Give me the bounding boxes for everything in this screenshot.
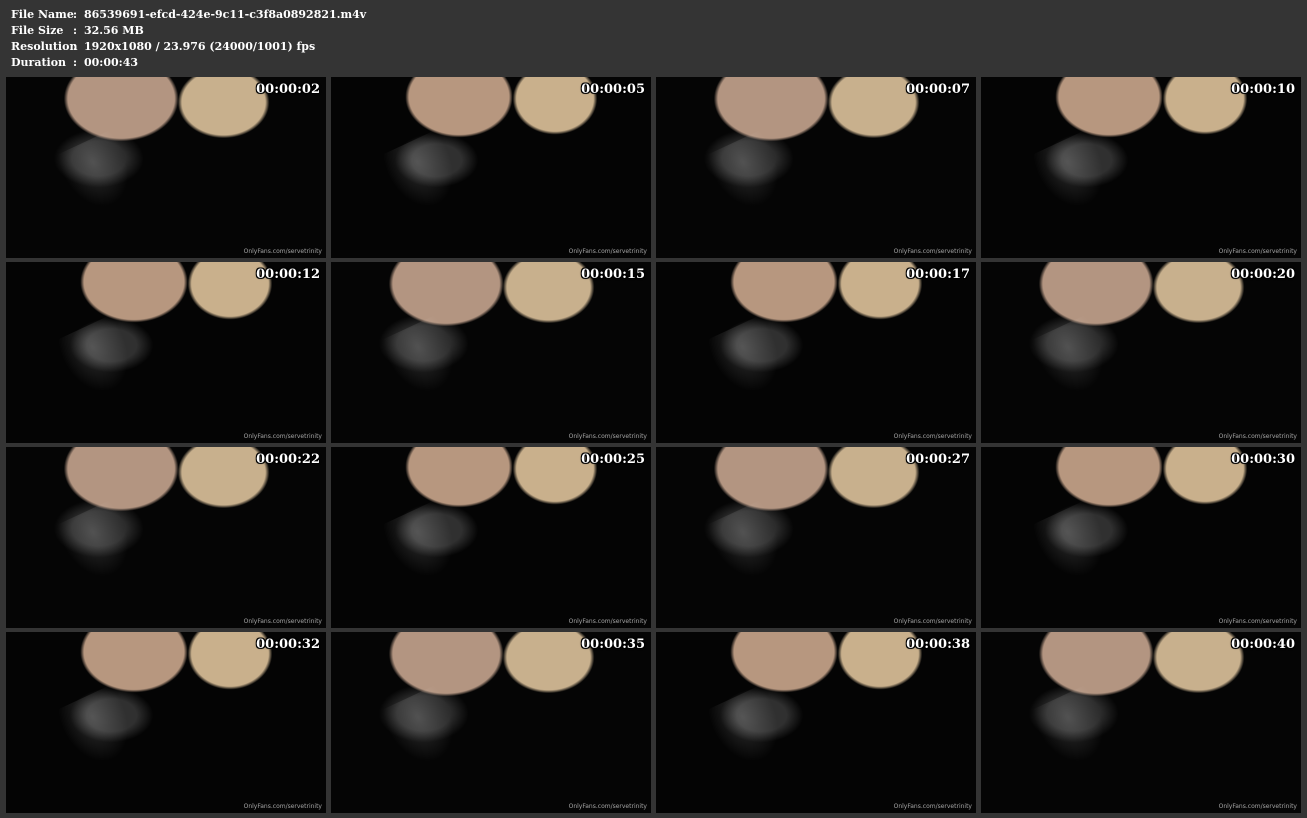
thumbnail-watermark: OnlyFans.com/servetrinity — [243, 803, 322, 810]
thumbnail-watermark: OnlyFans.com/servetrinity — [243, 618, 322, 625]
duration-value: 00:00:43 — [84, 56, 139, 69]
duration-row: Duration : 00:00:43 — [11, 55, 366, 71]
thumbnail-timestamp: 00:00:32 — [256, 637, 320, 652]
thumbnail-image — [51, 312, 146, 408]
thumbnail-watermark: OnlyFans.com/servetrinity — [568, 803, 647, 810]
thumbnail[interactable]: 00:00:35 OnlyFans.com/servetrinity — [331, 632, 651, 813]
thumbnail-watermark: OnlyFans.com/servetrinity — [243, 433, 322, 440]
thumbnail-timestamp: 00:00:40 — [1231, 637, 1295, 652]
thumbnail[interactable]: 00:00:27 OnlyFans.com/servetrinity — [656, 447, 976, 628]
thumbnail[interactable]: 00:00:12 OnlyFans.com/servetrinity — [6, 262, 326, 443]
thumbnail-image — [376, 497, 471, 593]
thumbnail[interactable]: 00:00:05 OnlyFans.com/servetrinity — [331, 77, 651, 258]
resolution-label: Resolution — [11, 40, 78, 53]
thumbnail-watermark: OnlyFans.com/servetrinity — [568, 248, 647, 255]
thumbnail-timestamp: 00:00:25 — [581, 452, 645, 467]
file-name-separator: : — [73, 8, 78, 21]
thumbnail-image — [1026, 682, 1121, 778]
resolution-separator: : — [73, 40, 78, 53]
resolution-value: 1920x1080 / 23.976 (24000/1001) fps — [84, 40, 316, 53]
thumbnail-watermark: OnlyFans.com/servetrinity — [893, 248, 972, 255]
thumbnail-image — [701, 682, 796, 778]
file-size-value: 32.56 MB — [84, 24, 144, 37]
thumbnail-image — [701, 497, 796, 593]
resolution-row: Resolution : 1920x1080 / 23.976 (24000/1… — [11, 39, 366, 55]
thumbnail[interactable]: 00:00:07 OnlyFans.com/servetrinity — [656, 77, 976, 258]
thumbnail[interactable]: 00:00:15 OnlyFans.com/servetrinity — [331, 262, 651, 443]
file-name-label: File Name — [11, 8, 74, 21]
thumbnail-watermark: OnlyFans.com/servetrinity — [1218, 803, 1297, 810]
thumbnail-image — [51, 127, 146, 223]
thumbnail-timestamp: 00:00:20 — [1231, 267, 1295, 282]
duration-separator: : — [73, 56, 78, 69]
thumbnail-timestamp: 00:00:02 — [256, 82, 320, 97]
file-size-separator: : — [73, 24, 78, 37]
thumbnail-watermark: OnlyFans.com/servetrinity — [893, 803, 972, 810]
thumbnail-image — [51, 497, 146, 593]
thumbnail-watermark: OnlyFans.com/servetrinity — [1218, 618, 1297, 625]
thumbnail-timestamp: 00:00:30 — [1231, 452, 1295, 467]
file-name-value: 86539691-efcd-424e-9c11-c3f8a0892821.m4v — [84, 8, 367, 21]
duration-label: Duration — [11, 56, 67, 69]
file-name-row: File Name : 86539691-efcd-424e-9c11-c3f8… — [11, 7, 366, 23]
thumbnail-image — [376, 682, 471, 778]
thumbnail-timestamp: 00:00:05 — [581, 82, 645, 97]
thumbnail-watermark: OnlyFans.com/servetrinity — [568, 618, 647, 625]
thumbnail-watermark: OnlyFans.com/servetrinity — [243, 248, 322, 255]
thumbnail[interactable]: 00:00:02 OnlyFans.com/servetrinity — [6, 77, 326, 258]
thumbnail-grid: 00:00:02 OnlyFans.com/servetrinity 00:00:… — [6, 77, 1301, 813]
thumbnail-image — [1026, 497, 1121, 593]
thumbnail[interactable]: 00:00:20 OnlyFans.com/servetrinity — [981, 262, 1301, 443]
thumbnail-watermark: OnlyFans.com/servetrinity — [893, 618, 972, 625]
thumbnail-watermark: OnlyFans.com/servetrinity — [568, 433, 647, 440]
thumbnail-image — [1026, 312, 1121, 408]
thumbnail-image — [376, 127, 471, 223]
thumbnail-image — [51, 682, 146, 778]
thumbnail-watermark: OnlyFans.com/servetrinity — [893, 433, 972, 440]
thumbnail-timestamp: 00:00:22 — [256, 452, 320, 467]
file-info-panel: File Name : 86539691-efcd-424e-9c11-c3f8… — [11, 7, 366, 71]
thumbnail-image — [1026, 127, 1121, 223]
thumbnail[interactable]: 00:00:17 OnlyFans.com/servetrinity — [656, 262, 976, 443]
file-size-row: File Size : 32.56 MB — [11, 23, 366, 39]
thumbnail[interactable]: 00:00:30 OnlyFans.com/servetrinity — [981, 447, 1301, 628]
thumbnail-timestamp: 00:00:27 — [906, 452, 970, 467]
thumbnail-timestamp: 00:00:07 — [906, 82, 970, 97]
thumbnail[interactable]: 00:00:22 OnlyFans.com/servetrinity — [6, 447, 326, 628]
thumbnail[interactable]: 00:00:40 OnlyFans.com/servetrinity — [981, 632, 1301, 813]
thumbnail-timestamp: 00:00:17 — [906, 267, 970, 282]
thumbnail-timestamp: 00:00:12 — [256, 267, 320, 282]
file-size-label: File Size — [11, 24, 64, 37]
thumbnail-image — [701, 127, 796, 223]
thumbnail-timestamp: 00:00:38 — [906, 637, 970, 652]
thumbnail-image — [701, 312, 796, 408]
thumbnail-watermark: OnlyFans.com/servetrinity — [1218, 248, 1297, 255]
thumbnail-image — [376, 312, 471, 408]
thumbnail[interactable]: 00:00:25 OnlyFans.com/servetrinity — [331, 447, 651, 628]
thumbnail-watermark: OnlyFans.com/servetrinity — [1218, 433, 1297, 440]
thumbnail[interactable]: 00:00:32 OnlyFans.com/servetrinity — [6, 632, 326, 813]
thumbnail-timestamp: 00:00:10 — [1231, 82, 1295, 97]
thumbnail-timestamp: 00:00:15 — [581, 267, 645, 282]
thumbnail[interactable]: 00:00:38 OnlyFans.com/servetrinity — [656, 632, 976, 813]
thumbnail[interactable]: 00:00:10 OnlyFans.com/servetrinity — [981, 77, 1301, 258]
thumbnail-timestamp: 00:00:35 — [581, 637, 645, 652]
